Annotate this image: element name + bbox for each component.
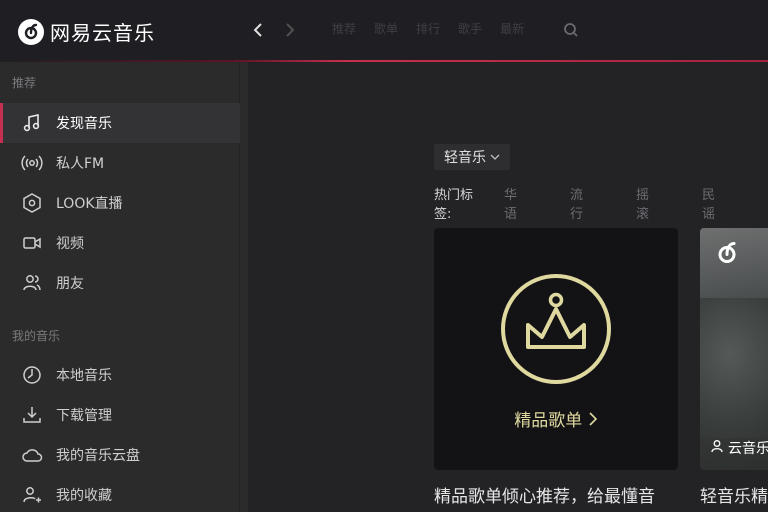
back-icon[interactable]: [248, 18, 268, 42]
top-bar: 网易云音乐 推荐 歌单 排行 歌手 最新: [0, 0, 768, 62]
premium-playlist-card[interactable]: 精品歌单: [434, 228, 678, 470]
sidebar-item-cloud-drive[interactable]: 我的音乐云盘: [0, 435, 240, 475]
top-tab[interactable]: 歌手: [458, 20, 482, 37]
top-tab[interactable]: 排行: [416, 20, 440, 37]
sidebar-item-label: 我的音乐云盘: [56, 448, 140, 464]
cloud-icon: [20, 443, 44, 467]
main-content: 轻音乐 热门标签: 华语 流行 摇滚 民谣 精品歌单 精品歌单倾心推荐，给最懂音: [248, 62, 768, 512]
sidebar-item-label: 本地音乐: [56, 368, 112, 384]
live-eye-icon: [20, 191, 44, 215]
sidebar-item-my-collection[interactable]: 我的收藏: [0, 475, 240, 512]
chevron-right-icon: [588, 411, 598, 431]
sidebar-item-download-manager[interactable]: 下载管理: [0, 395, 240, 435]
sidebar-item-label: 我的收藏: [56, 488, 112, 504]
premium-playlist-title[interactable]: 精品歌单倾心推荐，给最懂音: [434, 482, 678, 507]
chevron-down-icon: [490, 149, 500, 165]
crown-icon: [500, 273, 612, 385]
top-tab[interactable]: 歌单: [374, 20, 398, 37]
playlist-card[interactable]: 云音乐: [700, 228, 768, 470]
playlist-cover-image: [700, 298, 768, 438]
sidebar-item-discover-music[interactable]: 发现音乐: [0, 103, 240, 143]
top-tabs: 推荐 歌单 排行 歌手 最新: [332, 20, 524, 37]
radio-signal-icon: [20, 151, 44, 175]
sidebar: 推荐 发现音乐 私人FM LOOK直播 视频 朋友 我的音乐 本地音乐 下载管理…: [0, 62, 240, 512]
section-title-recommend: 推荐: [12, 76, 37, 90]
sidebar-item-label: 发现音乐: [56, 116, 112, 132]
netease-logo-icon: [18, 18, 44, 45]
hot-tags-label: 热门标签:: [434, 188, 474, 222]
video-camera-icon: [20, 231, 44, 255]
sidebar-item-label: 私人FM: [56, 156, 105, 172]
sidebar-item-label: 朋友: [56, 276, 84, 292]
friends-icon: [20, 271, 44, 295]
sidebar-item-local-music[interactable]: 本地音乐: [0, 355, 240, 395]
sidebar-item-video[interactable]: 视频: [0, 223, 240, 263]
hot-tag[interactable]: 流行: [570, 184, 594, 222]
premium-playlist-label: 精品歌单: [434, 406, 678, 431]
hot-tags-bar: 热门标签: 华语 流行 摇滚 民谣: [434, 184, 768, 222]
collection-icon: [20, 483, 44, 507]
sidebar-item-friends[interactable]: 朋友: [0, 263, 240, 303]
sidebar-item-private-fm[interactable]: 私人FM: [0, 143, 240, 183]
category-select-button[interactable]: 轻音乐: [434, 144, 510, 170]
search-icon[interactable]: [561, 20, 581, 40]
section-title-my-music: 我的音乐: [12, 329, 61, 343]
download-icon: [20, 403, 44, 427]
music-note-icon: [20, 111, 44, 135]
top-tab[interactable]: 推荐: [332, 20, 356, 37]
hot-tag[interactable]: 民谣: [702, 184, 726, 222]
local-music-icon: [20, 363, 44, 387]
sidebar-item-label: 下载管理: [56, 408, 112, 424]
sidebar-item-label: 视频: [56, 236, 84, 252]
playlist-title[interactable]: 轻音乐精: [700, 482, 768, 507]
hot-tag[interactable]: 摇滚: [636, 184, 660, 222]
netease-logo-icon: [712, 238, 742, 268]
top-tab[interactable]: 最新: [500, 20, 524, 37]
forward-icon[interactable]: [280, 18, 300, 42]
app-logo[interactable]: 网易云音乐: [18, 17, 155, 46]
user-icon: [710, 439, 724, 457]
sidebar-item-look-live[interactable]: LOOK直播: [0, 183, 240, 223]
playlist-creator: 云音乐: [710, 438, 768, 458]
sidebar-item-label: LOOK直播: [56, 196, 123, 212]
app-name: 网易云音乐: [50, 21, 155, 45]
hot-tag[interactable]: 华语: [504, 184, 528, 222]
category-label: 轻音乐: [444, 150, 486, 166]
